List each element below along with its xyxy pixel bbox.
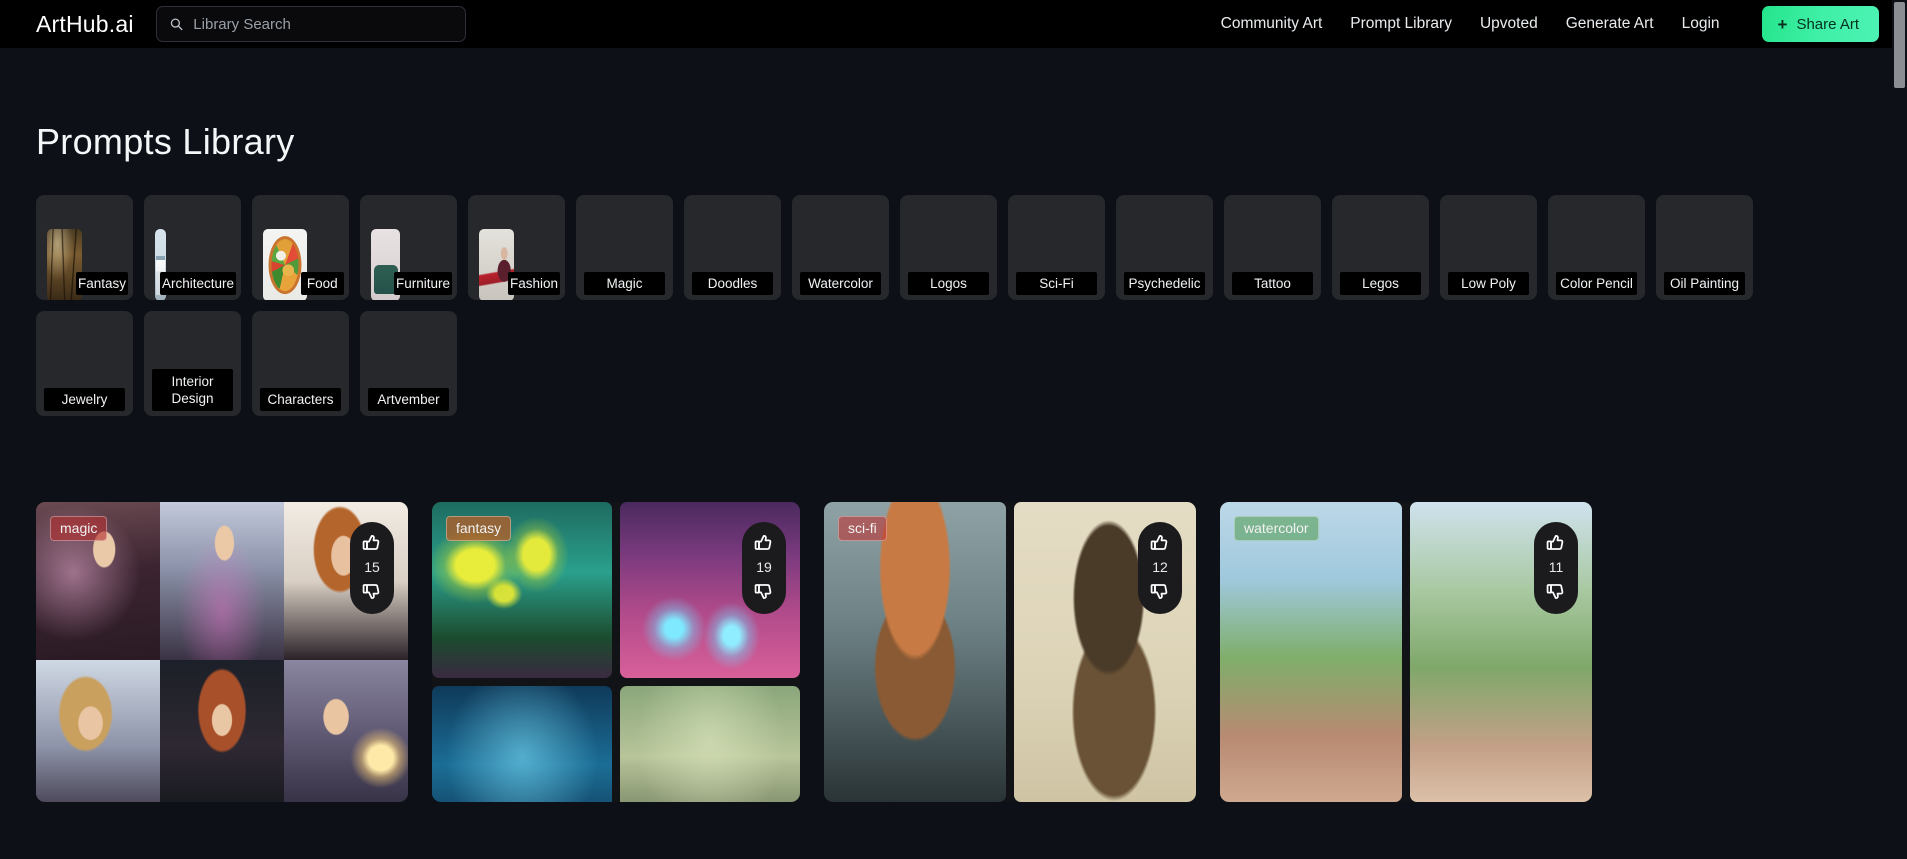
category-label: Psychedelic <box>1124 272 1205 295</box>
art-card[interactable]: watercolor 11 <box>1220 502 1592 802</box>
art-category-badge[interactable]: magic <box>50 516 108 541</box>
category-tile-doodles[interactable]: Doodles <box>684 195 781 300</box>
page-scrollbar[interactable] <box>1892 0 1907 859</box>
nav-generate-art[interactable]: Generate Art <box>1566 15 1654 33</box>
upvote-count: 15 <box>364 559 380 575</box>
upvote-count: 12 <box>1152 559 1168 575</box>
category-label: Legos <box>1340 272 1421 295</box>
nav-prompt-library[interactable]: Prompt Library <box>1350 15 1452 33</box>
category-tile-tattoo[interactable]: Tattoo <box>1224 195 1321 300</box>
art-thumbnail[interactable] <box>160 660 284 802</box>
page-title: Prompts Library <box>36 121 295 162</box>
vote-pill: 15 <box>350 522 394 614</box>
category-tile-magic[interactable]: Magic <box>576 195 673 300</box>
thumbs-down-icon[interactable] <box>1149 580 1171 602</box>
category-label: Fantasy <box>75 272 128 295</box>
vote-pill: 11 <box>1534 522 1578 614</box>
search-box[interactable] <box>155 6 466 42</box>
thumbs-up-icon[interactable] <box>753 532 775 554</box>
page-body: Prompts Library Fantasy Architecture Food F… <box>0 121 1907 802</box>
category-tile-legos[interactable]: Legos <box>1332 195 1429 300</box>
art-thumbnail[interactable] <box>620 686 800 802</box>
art-category-badge[interactable]: sci-fi <box>838 516 887 541</box>
category-grid: Fantasy Architecture Food Furniture Fashion M… <box>36 195 1856 416</box>
category-tile-oil-painting[interactable]: Oil Painting <box>1656 195 1753 300</box>
vote-pill: 12 <box>1138 522 1182 614</box>
brand-logo[interactable]: ArtHub.ai <box>36 11 134 38</box>
category-label: Interior Design <box>152 369 233 411</box>
search-input[interactable] <box>193 15 453 33</box>
top-header: ArtHub.ai Community Art Prompt Library U… <box>0 0 1907 48</box>
category-tile-architecture[interactable]: Architecture <box>144 195 241 300</box>
category-label: Food <box>300 272 344 295</box>
category-tile-characters[interactable]: Characters <box>252 311 349 416</box>
category-tile-watercolor[interactable]: Watercolor <box>792 195 889 300</box>
thumbs-up-icon[interactable] <box>361 532 383 554</box>
vote-pill: 19 <box>742 522 786 614</box>
category-label: Logos <box>908 272 989 295</box>
thumbs-down-icon[interactable] <box>361 580 383 602</box>
art-thumbnail[interactable] <box>432 686 612 802</box>
scrollbar-thumb[interactable] <box>1894 2 1905 88</box>
category-tile-artvember[interactable]: Artvember <box>360 311 457 416</box>
category-label: Oil Painting <box>1664 272 1745 295</box>
nav-community-art[interactable]: Community Art <box>1221 15 1323 33</box>
category-tile-interior-design[interactable]: Interior Design <box>144 311 241 416</box>
category-tile-psychedelic[interactable]: Psychedelic <box>1116 195 1213 300</box>
art-card[interactable]: sci-fi 12 <box>824 502 1196 802</box>
art-thumbnail[interactable] <box>1220 502 1402 802</box>
category-label: Tattoo <box>1232 272 1313 295</box>
category-tile-sci-fi[interactable]: Sci-Fi <box>1008 195 1105 300</box>
art-thumbnail[interactable] <box>284 660 408 802</box>
share-art-label: Share Art <box>1796 15 1859 33</box>
category-tile-jewelry[interactable]: Jewelry <box>36 311 133 416</box>
category-tile-low-poly[interactable]: Low Poly <box>1440 195 1537 300</box>
thumbs-down-icon[interactable] <box>1545 580 1567 602</box>
category-label: Magic <box>584 272 665 295</box>
category-tile-food[interactable]: Food <box>252 195 349 300</box>
plus-icon: + <box>1777 14 1788 34</box>
category-label: Characters <box>260 388 341 411</box>
category-label: Artvember <box>368 388 449 411</box>
art-card[interactable]: fantasy 19 <box>432 502 800 802</box>
category-tile-fantasy[interactable]: Fantasy <box>36 195 133 300</box>
thumbs-up-icon[interactable] <box>1149 532 1171 554</box>
category-label: Jewelry <box>44 388 125 411</box>
category-label: Sci-Fi <box>1016 272 1097 295</box>
art-thumbnail[interactable] <box>36 660 160 802</box>
art-thumbnail[interactable] <box>824 502 1006 802</box>
category-label: Furniture <box>393 272 452 295</box>
art-category-badge[interactable]: fantasy <box>446 516 512 541</box>
art-card[interactable]: magic 15 <box>36 502 408 802</box>
category-tile-color-pencil[interactable]: Color Pencil <box>1548 195 1645 300</box>
category-label: Fashion <box>507 272 560 295</box>
category-tile-fashion[interactable]: Fashion <box>468 195 565 300</box>
main-nav: Community Art Prompt Library Upvoted Gen… <box>1221 6 1879 42</box>
upvote-count: 19 <box>756 559 772 575</box>
art-card-row: magic 15 fantasy 19 sci-fi 12 watercolor 11 <box>36 502 1896 802</box>
upvote-count: 11 <box>1548 559 1564 575</box>
category-label: Architecture <box>159 272 236 295</box>
nav-upvoted[interactable]: Upvoted <box>1480 15 1538 33</box>
category-label: Watercolor <box>800 272 881 295</box>
category-label: Color Pencil <box>1556 272 1637 295</box>
share-art-button[interactable]: + Share Art <box>1761 6 1879 42</box>
category-label: Low Poly <box>1448 272 1529 295</box>
thumbs-up-icon[interactable] <box>1545 532 1567 554</box>
art-thumbnail[interactable] <box>160 502 284 660</box>
nav-login[interactable]: Login <box>1682 15 1720 33</box>
art-category-badge[interactable]: watercolor <box>1234 516 1319 541</box>
category-tile-furniture[interactable]: Furniture <box>360 195 457 300</box>
category-tile-logos[interactable]: Logos <box>900 195 997 300</box>
search-icon <box>170 18 183 31</box>
thumbs-down-icon[interactable] <box>753 580 775 602</box>
category-label: Doodles <box>692 272 773 295</box>
